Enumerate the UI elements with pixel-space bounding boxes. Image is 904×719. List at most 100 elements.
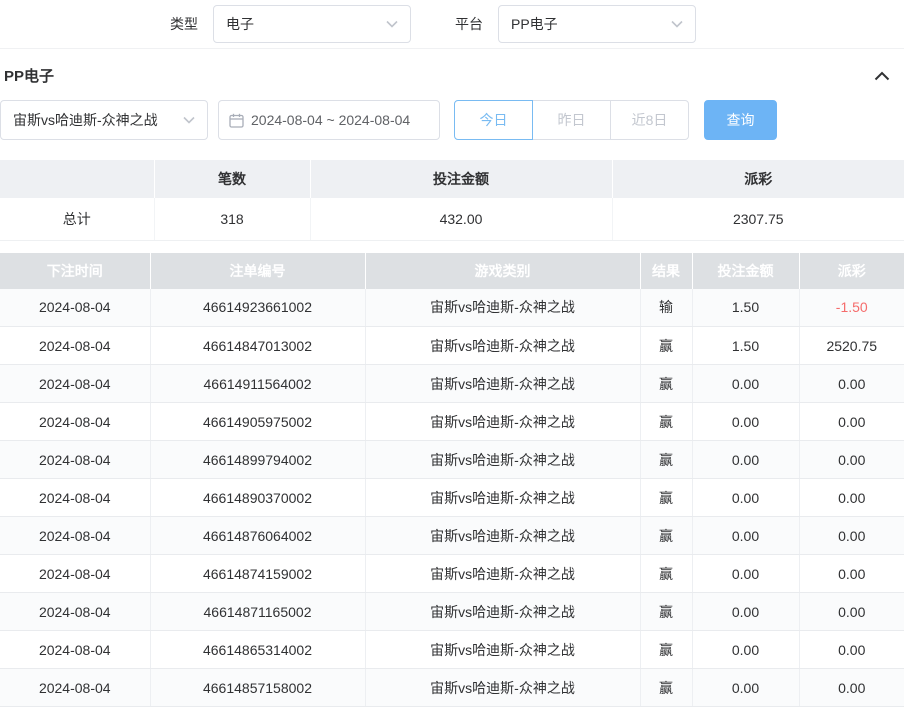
top-filter-bar: 类型 电子 平台 PP电子 (0, 0, 904, 49)
yesterday-button[interactable]: 昨日 (532, 100, 611, 140)
calendar-icon (229, 113, 244, 128)
cell-bet-amount: 1.50 (692, 289, 799, 327)
header-game-category: 游戏类别 (365, 253, 640, 289)
type-select[interactable]: 电子 (213, 5, 411, 43)
cell-bet-time: 2024-08-04 (0, 365, 150, 403)
cell-bet-time: 2024-08-04 (0, 403, 150, 441)
cell-bet-amount: 1.50 (692, 327, 799, 365)
cell-game-category: 宙斯vs哈迪斯-众神之战 (365, 327, 640, 365)
header-result: 结果 (640, 253, 692, 289)
table-row: 2024-08-04 46614857158002 宙斯vs哈迪斯-众神之战 赢… (0, 669, 904, 707)
cell-order-no: 46614847013002 (150, 327, 365, 365)
table-row: 2024-08-04 46614847013002 宙斯vs哈迪斯-众神之战 赢… (0, 327, 904, 365)
table-row: 2024-08-04 46614899794002 宙斯vs哈迪斯-众神之战 赢… (0, 441, 904, 479)
section-title: PP电子 (4, 65, 54, 86)
cell-bet-amount: 0.00 (692, 479, 799, 517)
table-row: 2024-08-04 46614890370002 宙斯vs哈迪斯-众神之战 赢… (0, 479, 904, 517)
cell-result: 赢 (640, 403, 692, 441)
cell-result: 输 (640, 289, 692, 327)
today-button[interactable]: 今日 (454, 100, 533, 140)
cell-order-no: 46614876064002 (150, 517, 365, 555)
cell-payout: 0.00 (799, 403, 904, 441)
platform-select[interactable]: PP电子 (498, 5, 696, 43)
game-select-value: 宙斯vs哈迪斯-众神之战 (13, 110, 158, 130)
header-payout: 派彩 (799, 253, 904, 289)
cell-bet-amount: 0.00 (692, 403, 799, 441)
toolbar: 宙斯vs哈迪斯-众神之战 2024-08-04 ~ 2024-08-04 今日 … (0, 100, 904, 160)
cell-game-category: 宙斯vs哈迪斯-众神之战 (365, 479, 640, 517)
summary-total-label: 总计 (0, 198, 154, 240)
cell-order-no: 46614857158002 (150, 669, 365, 707)
type-label: 类型 (170, 14, 198, 34)
summary-header-count: 笔数 (154, 160, 310, 198)
cell-result: 赢 (640, 479, 692, 517)
cell-bet-amount: 0.00 (692, 631, 799, 669)
cell-game-category: 宙斯vs哈迪斯-众神之战 (365, 593, 640, 631)
cell-order-no: 46614865314002 (150, 631, 365, 669)
chevron-down-icon (386, 20, 398, 28)
cell-bet-amount: 0.00 (692, 365, 799, 403)
summary-total-bet-amount: 432.00 (310, 198, 612, 240)
cell-game-category: 宙斯vs哈迪斯-众神之战 (365, 631, 640, 669)
cell-bet-time: 2024-08-04 (0, 631, 150, 669)
cell-result: 赢 (640, 593, 692, 631)
date-range-value: 2024-08-04 ~ 2024-08-04 (251, 112, 410, 128)
header-bet-time: 下注时间 (0, 253, 150, 289)
date-range-input[interactable]: 2024-08-04 ~ 2024-08-04 (218, 100, 440, 140)
bet-table-header-row: 下注时间 注单编号 游戏类别 结果 投注金额 派彩 (0, 253, 904, 289)
bet-table-body: 2024-08-04 46614923661002 宙斯vs哈迪斯-众神之战 输… (0, 289, 904, 707)
cell-bet-time: 2024-08-04 (0, 593, 150, 631)
last-8-days-button[interactable]: 近8日 (610, 100, 689, 140)
section-header: PP电子 (0, 49, 904, 100)
cell-game-category: 宙斯vs哈迪斯-众神之战 (365, 441, 640, 479)
cell-payout: 0.00 (799, 593, 904, 631)
header-bet-amount: 投注金额 (692, 253, 799, 289)
table-row: 2024-08-04 46614911564002 宙斯vs哈迪斯-众神之战 赢… (0, 365, 904, 403)
table-row: 2024-08-04 46614874159002 宙斯vs哈迪斯-众神之战 赢… (0, 555, 904, 593)
collapse-chevron-up-icon[interactable] (874, 71, 890, 81)
cell-result: 赢 (640, 441, 692, 479)
cell-bet-time: 2024-08-04 (0, 555, 150, 593)
quick-date-button-group: 今日 昨日 近8日 (454, 100, 689, 140)
cell-bet-amount: 0.00 (692, 517, 799, 555)
cell-bet-time: 2024-08-04 (0, 669, 150, 707)
table-row: 2024-08-04 46614876064002 宙斯vs哈迪斯-众神之战 赢… (0, 517, 904, 555)
cell-game-category: 宙斯vs哈迪斯-众神之战 (365, 403, 640, 441)
summary-header-row: 笔数 投注金额 派彩 (0, 160, 904, 198)
cell-order-no: 46614923661002 (150, 289, 365, 327)
cell-payout: 0.00 (799, 365, 904, 403)
summary-header-payout: 派彩 (612, 160, 904, 198)
search-button[interactable]: 查询 (704, 100, 777, 140)
cell-payout: 0.00 (799, 555, 904, 593)
cell-order-no: 46614871165002 (150, 593, 365, 631)
cell-payout: 0.00 (799, 479, 904, 517)
cell-result: 赢 (640, 555, 692, 593)
cell-payout: 0.00 (799, 669, 904, 707)
table-row: 2024-08-04 46614865314002 宙斯vs哈迪斯-众神之战 赢… (0, 631, 904, 669)
cell-bet-amount: 0.00 (692, 555, 799, 593)
cell-result: 赢 (640, 327, 692, 365)
game-select[interactable]: 宙斯vs哈迪斯-众神之战 (0, 100, 208, 140)
cell-bet-time: 2024-08-04 (0, 289, 150, 327)
summary-total-payout: 2307.75 (612, 198, 904, 240)
cell-bet-time: 2024-08-04 (0, 441, 150, 479)
header-order-no: 注单编号 (150, 253, 365, 289)
cell-payout: -1.50 (799, 289, 904, 327)
cell-order-no: 46614890370002 (150, 479, 365, 517)
chevron-down-icon (671, 20, 683, 28)
table-row: 2024-08-04 46614923661002 宙斯vs哈迪斯-众神之战 输… (0, 289, 904, 327)
cell-order-no: 46614874159002 (150, 555, 365, 593)
platform-select-value: PP电子 (511, 14, 558, 34)
cell-result: 赢 (640, 365, 692, 403)
cell-game-category: 宙斯vs哈迪斯-众神之战 (365, 555, 640, 593)
page: 类型 电子 平台 PP电子 PP电子 宙斯vs哈迪斯-众神之战 2024-08-… (0, 0, 904, 719)
cell-result: 赢 (640, 669, 692, 707)
cell-payout: 2520.75 (799, 327, 904, 365)
cell-bet-amount: 0.00 (692, 593, 799, 631)
cell-order-no: 46614905975002 (150, 403, 365, 441)
cell-bet-amount: 0.00 (692, 441, 799, 479)
summary-total-count: 318 (154, 198, 310, 240)
cell-order-no: 46614911564002 (150, 365, 365, 403)
cell-bet-time: 2024-08-04 (0, 479, 150, 517)
cell-game-category: 宙斯vs哈迪斯-众神之战 (365, 669, 640, 707)
